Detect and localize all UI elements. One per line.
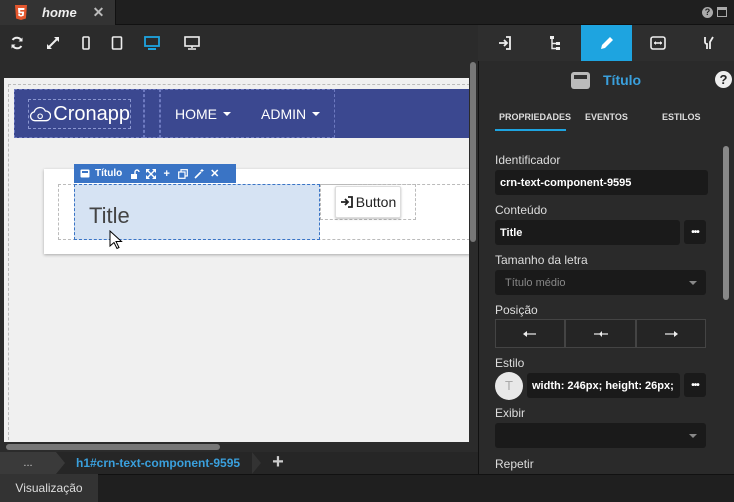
navbar-spacer xyxy=(144,89,160,138)
refresh-icon[interactable] xyxy=(8,34,26,52)
conteudo-input[interactable]: Title xyxy=(495,220,680,245)
tab-structure[interactable] xyxy=(530,25,581,61)
help-icon[interactable]: ? xyxy=(715,71,732,88)
chevron-down-icon xyxy=(689,281,697,285)
tab-title: home xyxy=(42,5,77,20)
tree-icon xyxy=(549,36,560,50)
tab-properties[interactable] xyxy=(581,25,632,61)
canvas-toolbar xyxy=(0,25,478,61)
arrow-center-icon xyxy=(593,330,608,337)
tab-resize[interactable] xyxy=(632,25,683,61)
arrow-left-icon xyxy=(523,330,536,337)
bottom-bar xyxy=(0,474,734,502)
monitor-view-icon[interactable] xyxy=(183,34,201,52)
window-icon[interactable] xyxy=(717,7,727,17)
mouse-cursor-icon xyxy=(109,230,123,250)
arrow-right-icon xyxy=(665,330,678,337)
horizontal-arrows-icon xyxy=(649,36,666,50)
canvas-button-label: Button xyxy=(355,194,397,210)
tab-import[interactable] xyxy=(479,25,530,61)
resize-icon[interactable] xyxy=(145,168,156,179)
style-preview-avatar[interactable]: T xyxy=(495,372,523,400)
nav-item-home[interactable]: HOME xyxy=(175,106,231,122)
repetir-label: Repetir xyxy=(495,457,534,471)
subtab-active-indicator xyxy=(495,129,566,131)
posicao-label: Posição xyxy=(495,303,538,317)
exibir-select[interactable] xyxy=(495,423,706,448)
breadcrumb-separator xyxy=(252,452,261,474)
conteudo-label: Conteúdo xyxy=(495,203,548,217)
pencil-icon xyxy=(600,37,613,49)
phone-view-icon[interactable] xyxy=(77,34,95,52)
canvas-button[interactable]: Button xyxy=(335,186,401,218)
subtab-styles[interactable]: ESTILOS xyxy=(662,112,701,122)
estilo-input[interactable]: width: 246px; height: 26px; xyxy=(527,373,680,398)
caret-down-icon xyxy=(223,112,231,116)
align-center-button[interactable] xyxy=(565,319,636,348)
html5-icon xyxy=(14,4,28,21)
magic-wand-icon[interactable] xyxy=(193,168,204,179)
help-icon[interactable]: ? xyxy=(702,7,713,18)
import-icon xyxy=(498,36,511,50)
exibir-label: Exibir xyxy=(495,406,526,420)
component-icon xyxy=(571,72,590,89)
align-left-button[interactable] xyxy=(495,319,565,348)
file-tab-home[interactable]: home ✕ xyxy=(0,0,116,25)
preview-tab[interactable]: Visualização xyxy=(0,474,98,502)
nav-item-admin[interactable]: ADMIN xyxy=(261,106,321,122)
subtab-events[interactable]: EVENTOS xyxy=(585,112,628,122)
breadcrumb-more[interactable]: ... xyxy=(0,452,56,474)
caret-down-icon xyxy=(312,112,321,116)
component-title: Título xyxy=(603,72,642,88)
component-type-icon xyxy=(79,168,90,179)
cloud-icon xyxy=(29,106,52,122)
breadcrumb-current[interactable]: h1#crn-text-component-9595 xyxy=(76,456,240,470)
desktop-view-icon[interactable] xyxy=(143,34,161,52)
unlock-icon[interactable] xyxy=(129,168,140,179)
align-right-button[interactable] xyxy=(636,319,706,348)
brand-name: Cronapp xyxy=(53,102,130,125)
expand-icon[interactable] xyxy=(44,34,62,52)
delete-icon[interactable]: ✕ xyxy=(209,168,220,180)
conteudo-more-button[interactable]: ••• xyxy=(684,220,706,244)
tools-icon xyxy=(703,36,714,49)
panel-scrollbar[interactable] xyxy=(723,146,729,300)
identificador-label: Identificador xyxy=(495,153,561,167)
nav-item-home-label: HOME xyxy=(175,106,217,122)
tablet-view-icon[interactable] xyxy=(108,34,126,52)
brand-logo[interactable]: Cronapp xyxy=(28,99,131,129)
tamanho-select-value: Título médio xyxy=(505,276,566,289)
tamanho-label: Tamanho da letra xyxy=(495,253,588,267)
breadcrumb-separator xyxy=(56,452,65,474)
canvas-horizontal-scroll-thumb[interactable] xyxy=(6,444,220,450)
breadcrumb-add-button[interactable]: + xyxy=(270,452,286,474)
move-icon[interactable]: + xyxy=(161,168,172,180)
tamanho-select[interactable]: Título médio xyxy=(495,270,706,295)
selection-label: Título xyxy=(95,168,123,179)
sign-in-icon xyxy=(340,196,353,208)
estilo-label: Estilo xyxy=(495,356,525,370)
estilo-more-button[interactable]: ••• xyxy=(684,373,706,397)
identificador-input[interactable]: crn-text-component-9595 xyxy=(495,170,708,195)
copy-icon[interactable] xyxy=(177,168,188,179)
selection-toolbar: Título + ✕ xyxy=(74,164,236,183)
chevron-down-icon xyxy=(689,434,697,438)
close-tab-icon[interactable]: ✕ xyxy=(93,4,105,21)
tab-tools[interactable] xyxy=(683,25,734,61)
title-heading[interactable]: Title xyxy=(89,203,130,229)
subtab-properties[interactable]: PROPRIEDADES xyxy=(499,112,571,122)
canvas-vertical-scroll-thumb[interactable] xyxy=(470,62,476,242)
nav-item-admin-label: ADMIN xyxy=(261,106,307,122)
